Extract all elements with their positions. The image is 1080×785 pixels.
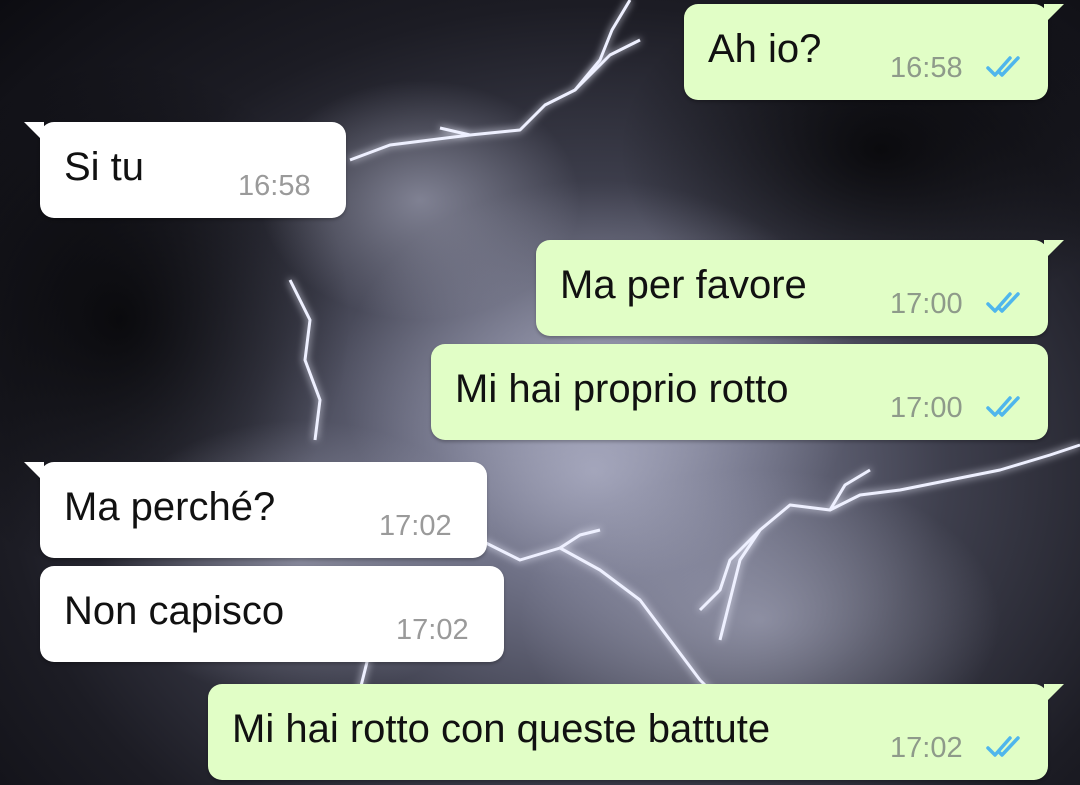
message-text: Mi hai rotto con queste battute [232,707,771,751]
bubble-tail [1044,240,1064,260]
message-text: Ma per favore [560,263,807,307]
outgoing-message-bubble[interactable]: Mi hai rotto con queste battute 17:02 [208,684,1064,780]
bubble-tail [1044,684,1064,704]
message-timestamp: 17:00 [890,392,963,424]
bubble-tail [24,122,44,142]
bubble-tail [24,462,44,482]
outgoing-message-bubble[interactable]: Ma per favore 17:00 [536,240,1064,336]
message-text: Mi hai proprio rotto [455,367,789,411]
message-timestamp: 17:02 [890,732,963,764]
double-check-icon [986,736,1020,757]
message-timestamp: 16:58 [890,52,963,84]
incoming-message-bubble[interactable]: Non capisco 17:02 [40,566,504,662]
incoming-message-bubble[interactable]: Si tu 16:58 [24,122,346,218]
outgoing-message-bubble[interactable]: Mi hai proprio rotto 17:00 [431,344,1048,440]
bubble-tail [1044,4,1064,24]
message-timestamp: 17:00 [890,288,963,320]
double-check-icon [986,396,1020,417]
outgoing-message-bubble[interactable]: Ah io? 16:58 [684,4,1064,100]
message-timestamp: 17:02 [379,510,452,542]
message-timestamp: 17:02 [396,614,469,646]
incoming-message-bubble[interactable]: Ma perché? 17:02 [24,462,487,558]
message-text: Non capisco [64,589,285,633]
message-text: Si tu [64,145,145,189]
message-text: Ma perché? [64,485,276,529]
double-check-icon [986,56,1020,77]
double-check-icon [986,292,1020,313]
message-timestamp: 16:58 [238,170,311,202]
message-text: Ah io? [708,27,822,71]
